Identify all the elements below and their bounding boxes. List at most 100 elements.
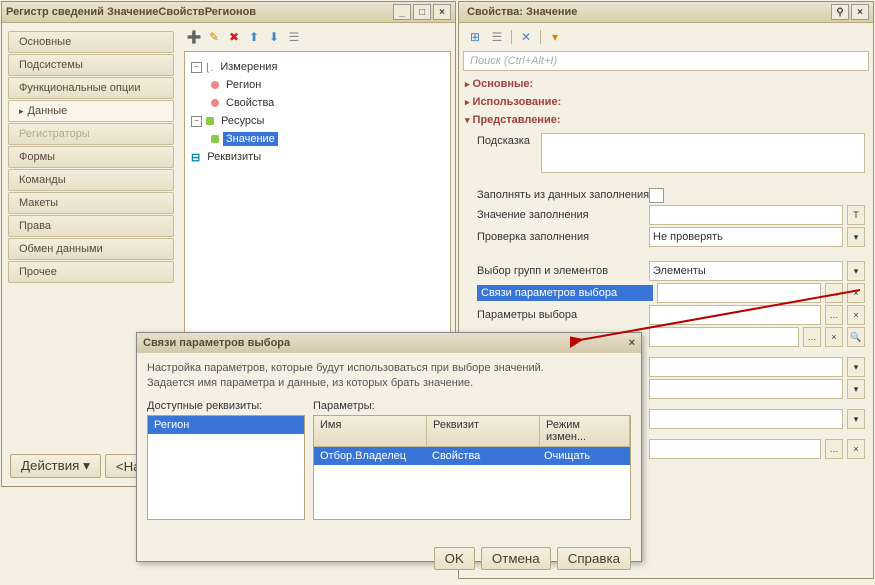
th-name[interactable]: Имя xyxy=(314,416,427,446)
tree-attributes[interactable]: Реквизиты xyxy=(204,150,264,164)
expand-icon[interactable]: − xyxy=(191,62,202,73)
filter-icon[interactable]: ▾ xyxy=(547,29,563,45)
more-button[interactable]: … xyxy=(825,439,843,459)
attribute-icon: ⊟ xyxy=(191,151,200,164)
more-button[interactable]: … xyxy=(803,327,821,347)
pin-icon[interactable]: ⚲ xyxy=(831,4,849,20)
cat-icon[interactable]: ⊞ xyxy=(467,29,483,45)
nav-data[interactable]: Данные xyxy=(8,100,174,122)
section-presentation[interactable]: Представление: xyxy=(463,111,869,129)
available-list[interactable]: Регион xyxy=(147,415,305,520)
selparams-input[interactable] xyxy=(649,305,821,325)
fillvalue-label: Значение заполнения xyxy=(477,207,645,223)
palette-toolbar: ⊞ ☰ ✕ ▾ xyxy=(463,27,869,47)
nav-registrators[interactable]: Регистраторы xyxy=(8,123,174,145)
dropdown-icon[interactable]: ▾ xyxy=(847,357,865,377)
nav-other[interactable]: Прочее xyxy=(8,261,174,283)
clear-button[interactable]: × xyxy=(825,327,843,347)
dropdown-icon[interactable]: ▾ xyxy=(847,379,865,399)
dropdown-icon[interactable]: ▾ xyxy=(847,227,865,247)
dimension-icon xyxy=(211,99,219,107)
extra-input[interactable] xyxy=(649,409,843,429)
up-icon[interactable]: ⬆ xyxy=(246,29,262,45)
fillfrom-label: Заполнять из данных заполнения xyxy=(477,187,645,203)
tree-dimensions[interactable]: Измерения xyxy=(217,60,280,74)
tree-region[interactable]: Регион xyxy=(223,78,264,92)
fillvalue-input[interactable] xyxy=(649,205,843,225)
maximize-button[interactable]: □ xyxy=(413,4,431,20)
fillcheck-input[interactable]: Не проверять xyxy=(649,227,843,247)
tree-property[interactable]: Свойства xyxy=(223,96,277,110)
expand-icon[interactable]: − xyxy=(191,116,202,127)
down-icon[interactable]: ⬇ xyxy=(266,29,282,45)
params-table[interactable]: Имя Реквизит Режим измен... Отбор.Владел… xyxy=(313,415,631,520)
search-button[interactable]: 🔍 xyxy=(847,327,865,347)
th-req[interactable]: Реквизит xyxy=(427,416,540,446)
extra-input[interactable] xyxy=(649,357,843,377)
tree-toolbar: ➕ ✎ ✖ ⬆ ⬇ ☰ xyxy=(184,27,451,47)
selform-input[interactable] xyxy=(649,327,799,347)
add-icon[interactable]: ➕ xyxy=(186,29,202,45)
clear-button[interactable]: × xyxy=(847,305,865,325)
title-bar: Свойства: Значение ⚲ × xyxy=(459,2,873,23)
list-item[interactable]: Регион xyxy=(148,416,304,434)
resource-icon xyxy=(211,135,219,143)
edit-icon[interactable]: ✎ xyxy=(206,29,222,45)
cancel-button[interactable]: Отмена xyxy=(481,547,551,570)
nav-forms[interactable]: Формы xyxy=(8,146,174,168)
props-icon[interactable]: ☰ xyxy=(286,29,302,45)
help-button[interactable]: Справка xyxy=(557,547,631,570)
minimize-button[interactable]: _ xyxy=(393,4,411,20)
more-button[interactable]: … xyxy=(825,305,843,325)
available-label: Доступные реквизиты: xyxy=(147,400,305,412)
more-button[interactable]: … xyxy=(825,283,843,303)
nav-exchange[interactable]: Обмен данными xyxy=(8,238,174,260)
nav-commands[interactable]: Команды xyxy=(8,169,174,191)
close-button[interactable]: × xyxy=(851,4,869,20)
close-button[interactable]: × xyxy=(629,337,635,349)
tree-value[interactable]: Значение xyxy=(223,132,278,146)
linkparams-label: Связи параметров выбора xyxy=(477,285,653,301)
nav-layouts[interactable]: Макеты xyxy=(8,192,174,214)
resource-icon xyxy=(206,117,214,125)
title-bar: Регистр сведений ЗначениеСвойствРегионов… xyxy=(2,2,455,23)
table-row[interactable]: Отбор.Владелец Свойства Очищать xyxy=(314,447,630,465)
nav-func-options[interactable]: Функциональные опции xyxy=(8,77,174,99)
dropdown-icon[interactable]: ▾ xyxy=(847,409,865,429)
close-button[interactable]: × xyxy=(433,4,451,20)
window-title: Регистр сведений ЗначениеСвойствРегионов xyxy=(6,6,391,18)
nav-subsystems[interactable]: Подсистемы xyxy=(8,54,174,76)
delete-icon[interactable]: ✖ xyxy=(226,29,242,45)
fillcheck-label: Проверка заполнения xyxy=(477,229,645,245)
section-main[interactable]: Основные: xyxy=(463,75,869,93)
selparams-label: Параметры выбора xyxy=(477,307,645,323)
groupsel-input[interactable]: Элементы xyxy=(649,261,843,281)
actions-button[interactable]: Действия ▾ xyxy=(10,454,101,478)
hint-label: Подсказка xyxy=(477,133,537,149)
nav-main[interactable]: Основные xyxy=(8,31,174,53)
th-mode[interactable]: Режим измен... xyxy=(540,416,630,446)
params-label: Параметры: xyxy=(313,400,631,412)
dialog-title: Связи параметров выбора xyxy=(143,337,290,349)
tree-resources[interactable]: Ресурсы xyxy=(218,114,267,128)
dropdown-icon[interactable]: ▾ xyxy=(847,261,865,281)
extra-input[interactable] xyxy=(649,439,821,459)
ok-button[interactable]: OK xyxy=(434,547,475,570)
hint-input[interactable] xyxy=(541,133,865,173)
fillfrom-checkbox[interactable] xyxy=(649,188,664,203)
type-button[interactable]: T xyxy=(847,205,865,225)
dialog-description: Настройка параметров, которые будут испо… xyxy=(147,361,631,392)
list-icon[interactable]: ☰ xyxy=(489,29,505,45)
nav-rights[interactable]: Права xyxy=(8,215,174,237)
dimension-icon xyxy=(211,81,219,89)
palette-title: Свойства: Значение xyxy=(467,6,829,18)
clear-button[interactable]: × xyxy=(847,439,865,459)
link-params-dialog: Связи параметров выбора × Настройка парам… xyxy=(136,332,642,562)
linkparams-input[interactable] xyxy=(657,283,821,303)
del-icon[interactable]: ✕ xyxy=(518,29,534,45)
section-usage[interactable]: Использование: xyxy=(463,93,869,111)
extra-input[interactable] xyxy=(649,379,843,399)
search-input[interactable]: Поиск (Ctrl+Alt+I) xyxy=(463,51,869,71)
clear-button[interactable]: × xyxy=(847,283,865,303)
groupsel-label: Выбор групп и элементов xyxy=(477,263,645,279)
